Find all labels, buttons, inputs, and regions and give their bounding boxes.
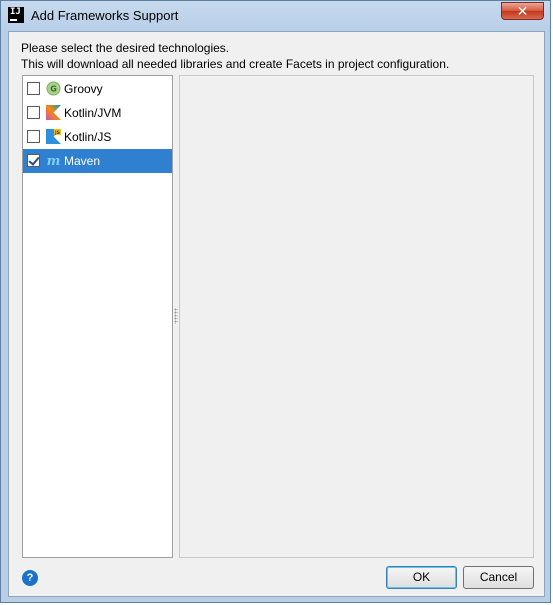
framework-item-kotlin-js[interactable]: JS Kotlin/JS — [23, 125, 172, 149]
help-icon: ? — [26, 572, 34, 584]
framework-label: Kotlin/JS — [64, 130, 112, 144]
app-icon-text: IJ — [10, 7, 21, 17]
close-icon: ✕ — [516, 3, 529, 19]
title-bar[interactable]: IJ Add Frameworks Support ✕ — [1, 1, 550, 31]
framework-label: Maven — [64, 154, 101, 168]
framework-item-kotlin-jvm[interactable]: Kotlin/JVM — [23, 101, 172, 125]
svg-text:JS: JS — [54, 130, 60, 136]
framework-item-maven[interactable]: m Maven — [23, 149, 172, 173]
cancel-button[interactable]: Cancel — [463, 566, 534, 589]
svg-text:G: G — [50, 85, 57, 94]
kotlin-js-checkbox[interactable] — [27, 130, 40, 143]
maven-checkbox[interactable] — [27, 154, 40, 167]
kotlin-jvm-checkbox[interactable] — [27, 106, 40, 119]
kotlin-icon — [46, 105, 61, 120]
splitter-handle[interactable] — [174, 308, 178, 324]
svg-text:m: m — [47, 154, 61, 168]
framework-item-groovy[interactable]: G Groovy — [23, 77, 172, 101]
frameworks-list[interactable]: G Groovy Kotlin/JVM JS Kotlin/JS m Maven — [22, 75, 173, 558]
check-icon — [28, 154, 40, 166]
window-title: Add Frameworks Support — [31, 8, 179, 23]
groovy-icon: G — [46, 81, 61, 96]
help-button[interactable]: ? — [22, 570, 38, 586]
framework-label: Groovy — [64, 82, 103, 96]
framework-details-panel — [179, 75, 534, 558]
intellij-app-icon: IJ — [8, 7, 24, 23]
ok-button[interactable]: OK — [386, 566, 457, 589]
close-button[interactable]: ✕ — [501, 2, 544, 20]
add-frameworks-dialog: IJ Add Frameworks Support ✕ Please selec… — [0, 0, 551, 603]
dialog-content: Please select the desired technologies. … — [8, 31, 545, 597]
kotlin-js-icon: JS — [46, 129, 61, 144]
description-line-1: Please select the desired technologies. — [21, 41, 230, 55]
maven-icon: m — [47, 154, 61, 168]
groovy-checkbox[interactable] — [27, 82, 40, 95]
framework-label: Kotlin/JVM — [64, 106, 122, 120]
description-line-2: This will download all needed libraries … — [21, 57, 450, 71]
